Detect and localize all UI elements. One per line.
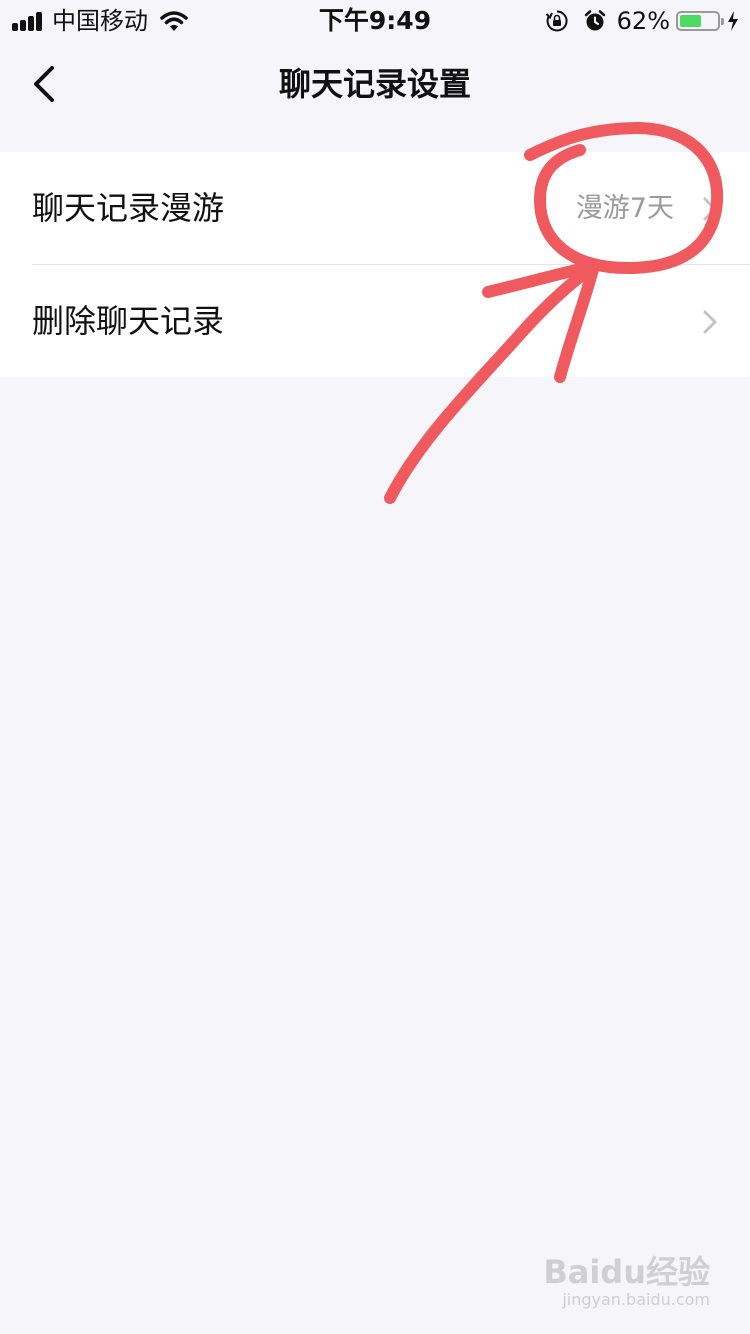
status-bar: 中国移动 下午9:49 62% <box>0 0 750 40</box>
list-item-delete-chat-history[interactable]: 删除聊天记录 <box>0 265 750 377</box>
list-item-chat-roaming[interactable]: 聊天记录漫游 漫游7天 <box>0 152 750 264</box>
battery-percentage: 62% <box>616 7 670 35</box>
settings-list: 聊天记录漫游 漫游7天 删除聊天记录 <box>0 152 750 377</box>
chevron-right-icon <box>703 310 717 334</box>
battery-cap <box>721 18 724 25</box>
battery-fill <box>680 15 701 27</box>
item-label: 聊天记录漫游 <box>32 189 225 227</box>
navigation-bar: 聊天记录设置 <box>0 40 750 130</box>
item-value: 漫游7天 <box>575 193 674 224</box>
alarm-icon <box>584 10 605 31</box>
watermark-url: jingyan.baidu.com <box>562 1290 710 1309</box>
watermark-logo: Baidu经验 <box>543 1253 710 1291</box>
battery-icon <box>676 11 724 31</box>
watermark: Baidu经验 jingyan.baidu.com <box>543 1254 710 1310</box>
charging-icon <box>728 11 738 31</box>
item-label: 删除聊天记录 <box>32 302 225 340</box>
orientation-lock-icon <box>545 10 568 32</box>
chevron-right-icon <box>703 197 717 221</box>
status-right: 62% <box>545 6 740 36</box>
page-title: 聊天记录设置 <box>278 65 471 103</box>
